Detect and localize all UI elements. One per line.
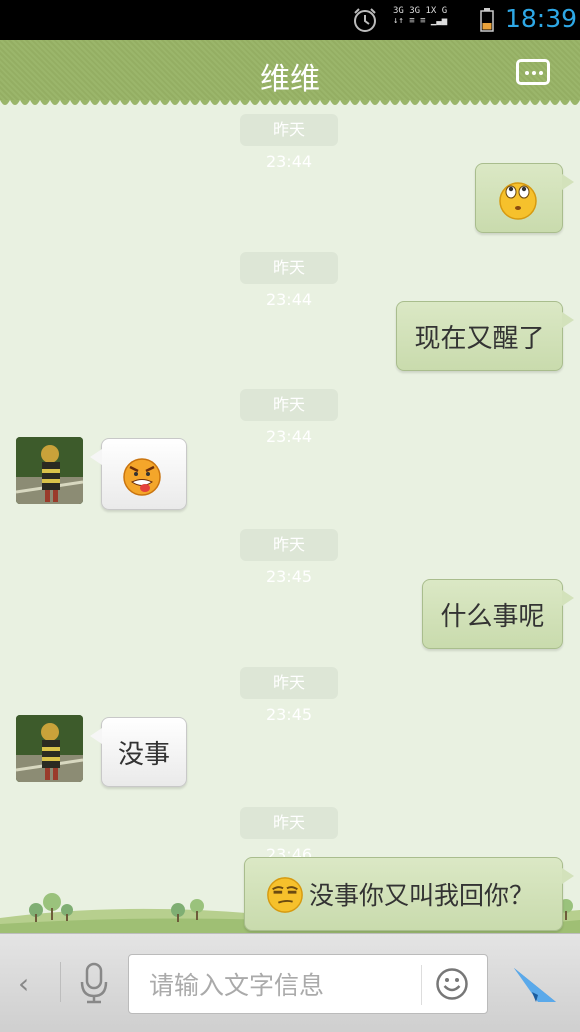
network-activity-text: ↓↑ ≡ ≡ ▁▃▅ — [393, 16, 448, 26]
timestamp: 昨天 23:44 — [240, 389, 338, 446]
alarm-icon — [354, 8, 376, 32]
message-bubble[interactable]: 什么事呢 — [422, 579, 574, 649]
message-list[interactable]: 昨天 23:44 昨天 23:44 现在又醒了 昨天 23:44 昨天 23:4… — [0, 100, 580, 935]
divider — [60, 962, 61, 1002]
timestamp: 昨天 23:44 — [240, 252, 338, 309]
chat-header: 维维 — [0, 40, 580, 105]
smirk-emoji — [267, 877, 303, 913]
send-icon[interactable] — [512, 962, 558, 1004]
input-bar: ‹ — [0, 933, 580, 1032]
message-text: 没事你又叫我回你？ — [309, 881, 535, 910]
network-type-text: 3G 3G 1X G — [393, 6, 448, 16]
more-icon[interactable] — [516, 59, 550, 85]
avatar[interactable] — [16, 437, 83, 504]
page-title: 维维 — [260, 62, 320, 97]
message-bubble[interactable] — [475, 163, 574, 233]
message-text: 什么事呢 — [440, 601, 545, 632]
timestamp: 昨天 23:45 — [240, 529, 338, 586]
angry-tongue-emoji — [123, 458, 161, 496]
microphone-icon[interactable] — [78, 962, 110, 1004]
signal-icon: 3G 3G 1X G ↓↑ ≡ ≡ ▁▃▅ — [393, 6, 469, 34]
message-bubble[interactable]: 没事你又叫我回你？ — [244, 857, 574, 931]
status-bar: 3G 3G 1X G ↓↑ ≡ ≡ ▁▃▅ 18:39 — [0, 0, 580, 40]
avatar-image — [16, 715, 83, 782]
battery-icon — [480, 8, 494, 32]
message-bubble[interactable]: 没事 — [90, 717, 187, 787]
timestamp: 昨天 23:46 — [240, 807, 338, 864]
message-text: 没事 — [117, 739, 170, 770]
avatar[interactable] — [16, 715, 83, 782]
rolling-eyes-emoji — [499, 182, 537, 220]
status-time: 18:39 — [505, 4, 578, 33]
input-separator — [421, 965, 422, 1005]
avatar-image — [16, 437, 83, 504]
message-bubble[interactable]: 现在又醒了 — [396, 301, 574, 371]
message-input[interactable] — [147, 965, 411, 1005]
smiley-icon[interactable] — [435, 967, 469, 1001]
timestamp: 昨天 23:44 — [240, 114, 338, 171]
message-bubble[interactable] — [90, 438, 187, 510]
timestamp: 昨天 23:45 — [240, 667, 338, 724]
message-text: 现在又醒了 — [414, 323, 545, 354]
back-icon[interactable]: ‹ — [18, 967, 29, 1000]
message-input-container[interactable] — [128, 954, 488, 1014]
